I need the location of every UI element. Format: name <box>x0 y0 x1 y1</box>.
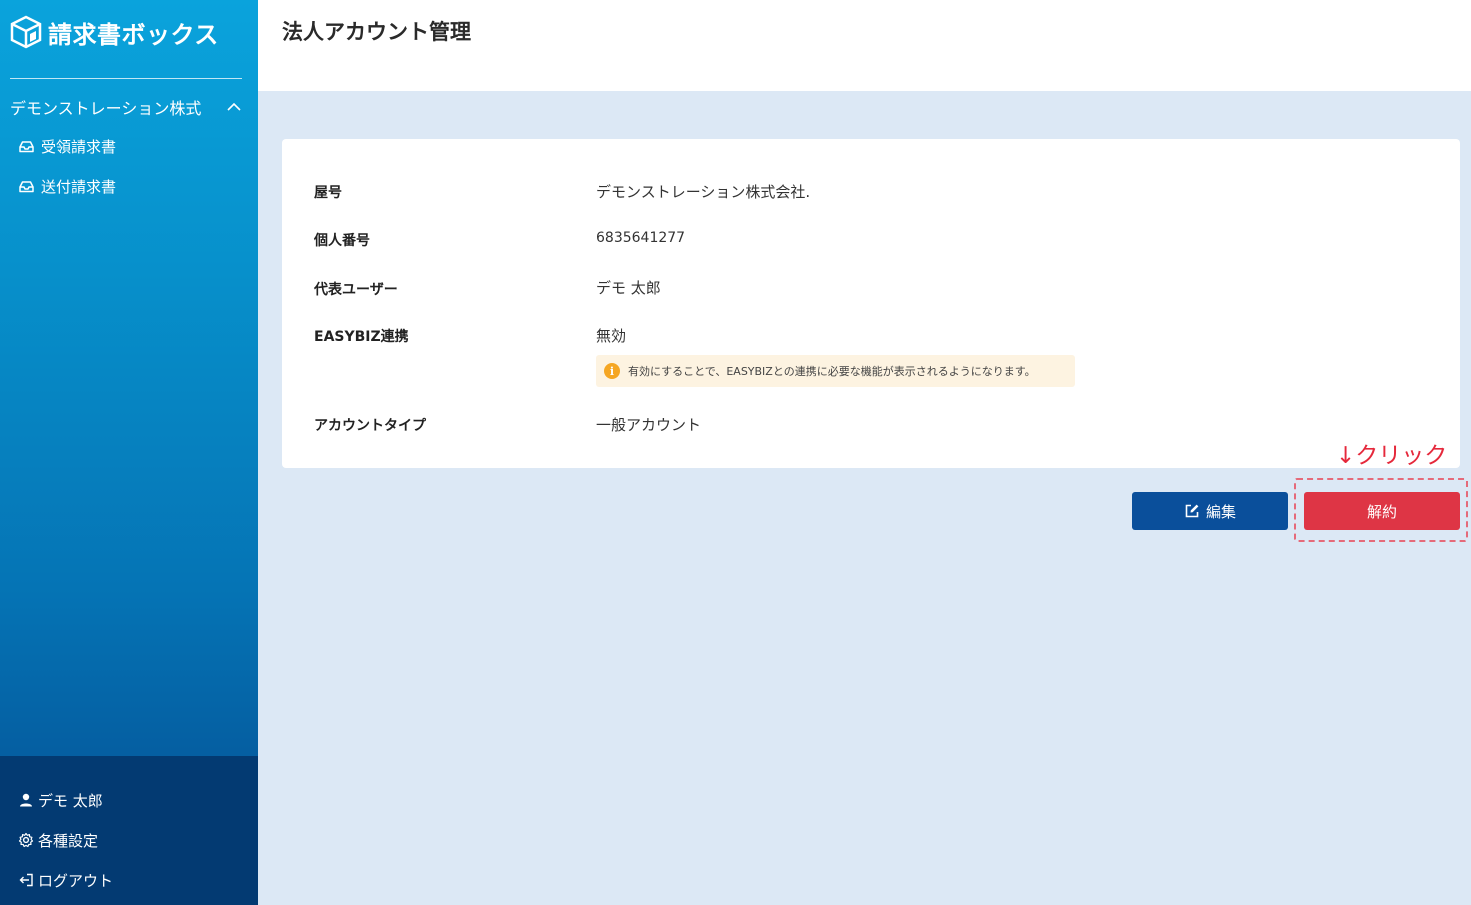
brand-name: 請求書ボックス <box>48 20 219 49</box>
brand[interactable]: 請求書ボックス <box>10 14 219 50</box>
annotation-click-label: ↓クリック <box>1336 443 1448 469</box>
user-icon <box>20 793 32 807</box>
edit-icon <box>1185 504 1199 518</box>
sidebar-item-label: 受領請求書 <box>41 137 117 156</box>
settings-link[interactable]: 各種設定 <box>18 828 98 852</box>
chevron-up-icon <box>227 102 241 111</box>
field-label-easybiz-integration: EASYBIZ連携 <box>314 329 409 345</box>
logout-link[interactable]: ログアウト <box>18 868 113 892</box>
annotation-highlight-box <box>1294 478 1468 542</box>
account-details-card: 屋号 デモンストレーション株式会社. 個人番号 6835641277 代表ユーザ… <box>282 139 1460 468</box>
edit-button-label: 編集 <box>1205 502 1236 521</box>
field-value-individual-number: 6835641277 <box>596 230 686 246</box>
company-name: デモンストレーション株式 <box>10 99 202 118</box>
logo-icon <box>10 15 42 49</box>
field-value-representative-user: デモ 太郎 <box>596 279 661 297</box>
field-value-trade-name: デモンストレーション株式会社. <box>596 183 811 201</box>
field-label-trade-name: 屋号 <box>314 185 342 201</box>
gear-icon <box>18 832 34 848</box>
sidebar-item-received-invoices[interactable]: 受領請求書 <box>18 134 116 158</box>
logout-icon <box>19 873 33 887</box>
page-header: 法人アカウント管理 <box>258 0 1471 91</box>
user-name: デモ 太郎 <box>38 791 103 810</box>
user-menu[interactable]: デモ 太郎 <box>18 788 103 812</box>
company-switcher[interactable]: デモンストレーション株式 <box>10 94 242 120</box>
page-title: 法人アカウント管理 <box>282 20 471 44</box>
sidebar-item-sent-invoices[interactable]: 送付請求書 <box>18 174 116 198</box>
sidebar: 請求書ボックス デモンストレーション株式 受領請求書 送付請求書 デモ 太郎 各… <box>0 0 258 905</box>
divider <box>10 78 242 79</box>
field-value-account-type: 一般アカウント <box>596 416 702 434</box>
easybiz-notice: i 有効にすることで、EASYBIZとの連携に必要な機能が表示されるようになりま… <box>596 355 1075 387</box>
field-label-account-type: アカウントタイプ <box>314 418 426 434</box>
field-label-representative-user: 代表ユーザー <box>314 282 398 298</box>
settings-label: 各種設定 <box>38 831 99 850</box>
notice-text: 有効にすることで、EASYBIZとの連携に必要な機能が表示されるようになります。 <box>628 365 1036 378</box>
info-icon: i <box>604 363 620 379</box>
sidebar-item-label: 送付請求書 <box>41 177 117 196</box>
field-value-easybiz-integration: 無効 <box>596 327 627 345</box>
logout-label: ログアウト <box>38 871 114 890</box>
edit-button[interactable]: 編集 <box>1132 492 1288 530</box>
inbox-icon <box>19 180 34 192</box>
inbox-icon <box>19 140 34 152</box>
field-label-individual-number: 個人番号 <box>314 233 370 249</box>
